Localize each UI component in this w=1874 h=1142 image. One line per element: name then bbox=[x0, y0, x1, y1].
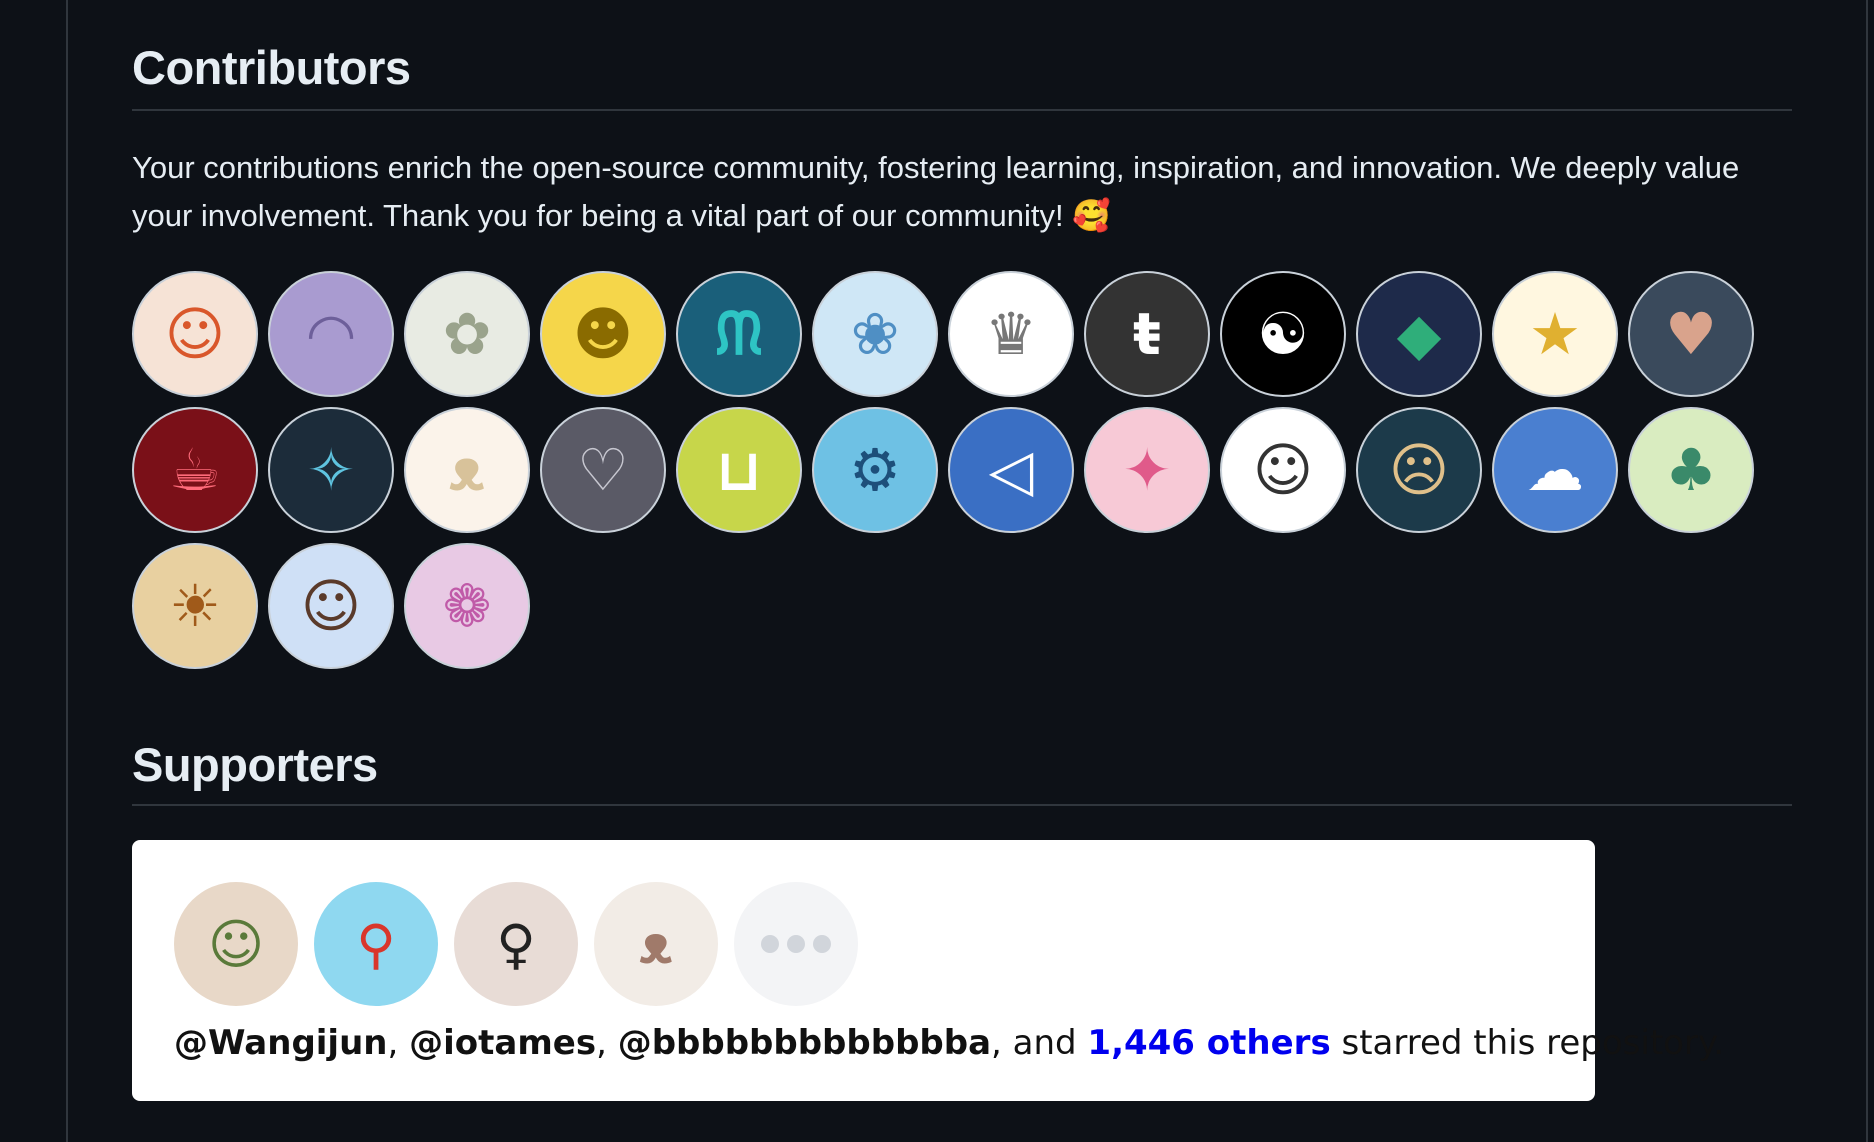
contributor-avatar[interactable]: ☺ bbox=[132, 271, 258, 397]
contributor-avatar[interactable]: ♡ bbox=[540, 407, 666, 533]
avatar-image: ♡ bbox=[577, 436, 629, 504]
contributor-avatar[interactable]: ♛ bbox=[948, 271, 1074, 397]
contributors-avatar-grid: ☺ ◠ ✿ ☻ ᙏ ❀ ♛ ŧ ☯ ◆ ★ ♥ ☕ ✧ ᴥ ♡ ⊔ ⚙ ◁ ✦ ☺ ☹ ☁ ♣ ☀ ☺ ❁ bbox=[132, 271, 1792, 669]
avatar-image: ☀ bbox=[169, 572, 221, 640]
contributor-avatar[interactable]: ★ bbox=[1492, 271, 1618, 397]
heading-divider bbox=[132, 109, 1792, 111]
page: Contributors Your contributions enrich t… bbox=[0, 0, 1874, 1142]
avatar-image: ☺ bbox=[207, 912, 265, 976]
right-border bbox=[1866, 0, 1868, 1142]
avatar-image: ✧ bbox=[306, 436, 356, 504]
contributor-avatar[interactable]: ᙏ bbox=[676, 271, 802, 397]
avatar-image: ☺ bbox=[1252, 436, 1314, 504]
ellipsis-dot bbox=[813, 935, 831, 953]
contributor-avatar[interactable]: ◆ bbox=[1356, 271, 1482, 397]
supporter-link[interactable]: @Wangijun bbox=[174, 1023, 388, 1063]
avatar-image: ◠ bbox=[308, 300, 354, 368]
others-link[interactable]: 1,446 others bbox=[1087, 1023, 1330, 1063]
contributor-avatar[interactable]: ☁ bbox=[1492, 407, 1618, 533]
separator: , bbox=[596, 1023, 618, 1063]
ellipsis-dot bbox=[787, 935, 805, 953]
contributor-avatar[interactable]: ☯ bbox=[1220, 271, 1346, 397]
avatar-image: ♣ bbox=[1665, 436, 1717, 504]
supporter-avatar[interactable]: ☺ bbox=[174, 882, 298, 1006]
contributor-avatar[interactable]: ŧ bbox=[1084, 271, 1210, 397]
avatar-image: ☯ bbox=[1257, 300, 1309, 368]
contributor-avatar[interactable]: ⚙ bbox=[812, 407, 938, 533]
avatar-image: ★ bbox=[1529, 300, 1581, 368]
avatar-image: ☻ bbox=[572, 300, 634, 368]
contributor-avatar[interactable]: ✧ bbox=[268, 407, 394, 533]
avatar-image: ♀ bbox=[496, 912, 536, 976]
supporter-link[interactable]: @bbbbbbbbbbbbba bbox=[618, 1023, 991, 1063]
contributor-avatar[interactable]: ✿ bbox=[404, 271, 530, 397]
avatar-image: ❁ bbox=[442, 572, 492, 640]
avatar-image: ☕ bbox=[169, 436, 221, 504]
avatar-image: ◁ bbox=[988, 436, 1034, 504]
avatar-image: ✦ bbox=[1122, 436, 1172, 504]
contributor-avatar[interactable]: ☕ bbox=[132, 407, 258, 533]
contributor-avatar[interactable]: ☺ bbox=[268, 543, 394, 669]
avatar-image: ♥ bbox=[1665, 300, 1717, 368]
avatar-image: ☹ bbox=[1388, 436, 1450, 504]
avatar-image: ⊔ bbox=[715, 436, 763, 504]
left-border bbox=[66, 0, 68, 1142]
avatar-image: ♛ bbox=[985, 300, 1037, 368]
avatar-image: ᙏ bbox=[715, 299, 763, 368]
separator: , bbox=[387, 1023, 410, 1063]
avatar-image: ⚙ bbox=[849, 436, 901, 504]
avatar-image: ⚲ bbox=[356, 912, 396, 976]
avatar-image: ☺ bbox=[164, 300, 226, 368]
starred-suffix: starred this repository. bbox=[1330, 1023, 1725, 1063]
contributor-avatar[interactable]: ❁ bbox=[404, 543, 530, 669]
separator: , and bbox=[991, 1023, 1088, 1063]
avatar-image: ✿ bbox=[442, 300, 492, 368]
contributor-avatar[interactable]: ☹ bbox=[1356, 407, 1482, 533]
supporters-avatar-row: ☺ ⚲ ♀ ᴥ bbox=[174, 882, 858, 1006]
supporter-avatar[interactable]: ⚲ bbox=[314, 882, 438, 1006]
avatar-image: ᴥ bbox=[449, 436, 485, 504]
contributor-avatar[interactable]: ⊔ bbox=[676, 407, 802, 533]
contributors-intro: Your contributions enrich the open-sourc… bbox=[132, 150, 1740, 233]
contributor-avatar[interactable]: ♥ bbox=[1628, 271, 1754, 397]
avatar-image: ŧ bbox=[1133, 300, 1161, 368]
supporters-heading: Supporters bbox=[132, 738, 378, 791]
avatar-image: ☁ bbox=[1526, 436, 1584, 504]
more-supporters-icon[interactable] bbox=[734, 882, 858, 1006]
supporter-link[interactable]: @iotames bbox=[409, 1023, 596, 1063]
contributor-avatar[interactable]: ☺ bbox=[1220, 407, 1346, 533]
contributor-avatar[interactable]: ✦ bbox=[1084, 407, 1210, 533]
avatar-image: ❀ bbox=[850, 300, 900, 368]
contributor-avatar[interactable]: ♣ bbox=[1628, 407, 1754, 533]
supporter-avatar[interactable]: ᴥ bbox=[594, 882, 718, 1006]
contributor-avatar[interactable]: ◠ bbox=[268, 271, 394, 397]
supporters-card[interactable]: ☺ ⚲ ♀ ᴥ @Wangijun, @iotames, @bbbbbbbbbbbbb… bbox=[132, 840, 1724, 1101]
supporter-avatar[interactable]: ♀ bbox=[454, 882, 578, 1006]
avatar-image: ☺ bbox=[300, 572, 362, 640]
heading-divider bbox=[132, 804, 1792, 806]
contributor-avatar[interactable]: ❀ bbox=[812, 271, 938, 397]
contributor-avatar[interactable]: ☀ bbox=[132, 543, 258, 669]
avatar-image: ◆ bbox=[1396, 300, 1442, 368]
contributor-avatar[interactable]: ◁ bbox=[948, 407, 1074, 533]
supporters-text: @Wangijun, @iotames, @bbbbbbbbbbbbba, an… bbox=[174, 1023, 1724, 1063]
contributor-avatar[interactable]: ☻ bbox=[540, 271, 666, 397]
avatar-image: ᴥ bbox=[639, 912, 673, 976]
ellipsis-dot bbox=[761, 935, 779, 953]
contributor-avatar[interactable]: ᴥ bbox=[404, 407, 530, 533]
contributors-heading: Contributors bbox=[132, 41, 411, 94]
